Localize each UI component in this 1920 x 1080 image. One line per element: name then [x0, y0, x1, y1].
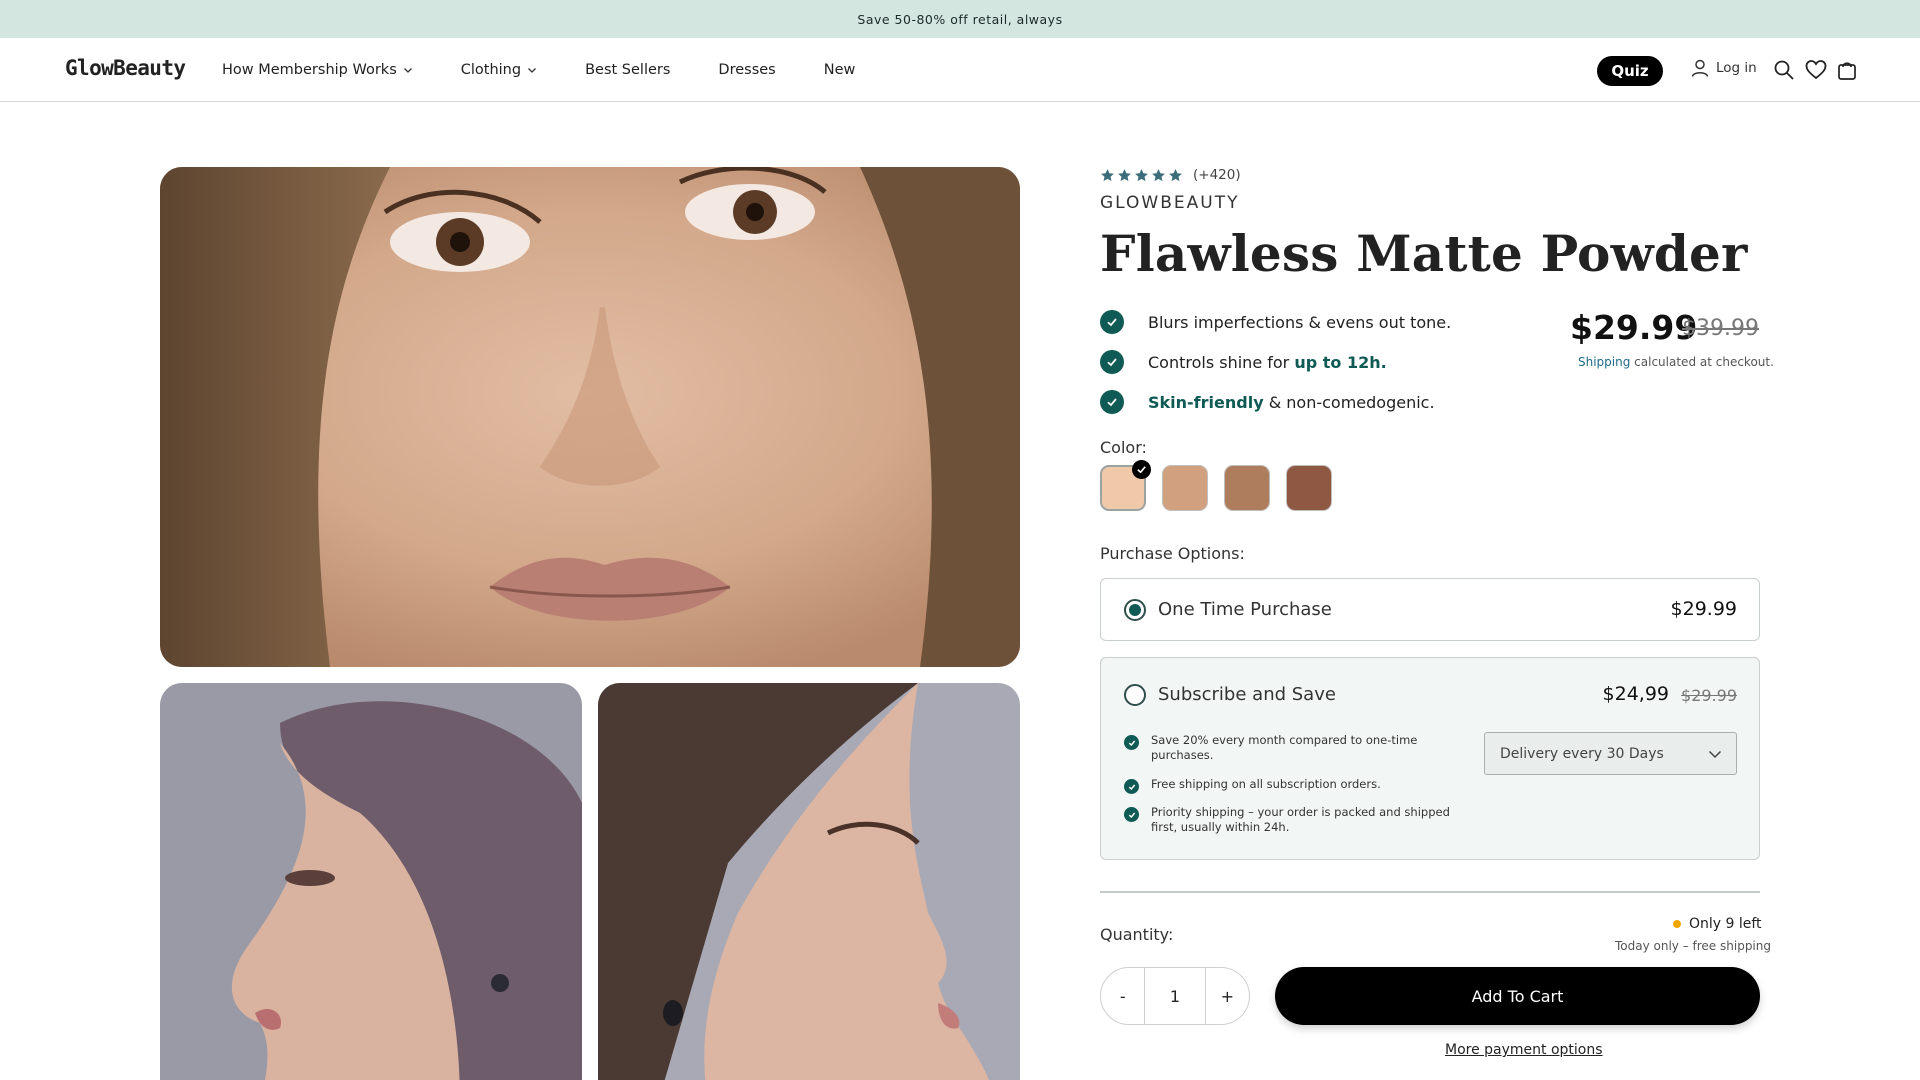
heart-icon[interactable] — [1805, 59, 1827, 81]
shipping-link[interactable]: Shipping — [1578, 355, 1630, 369]
nav-item-new[interactable]: New — [824, 62, 856, 78]
benefit-text: Controls shine for — [1148, 352, 1295, 372]
product-image-main[interactable] — [160, 167, 1020, 667]
nav-item-best-sellers[interactable]: Best Sellers — [585, 62, 670, 78]
option-label: One Time Purchase — [1158, 599, 1332, 620]
color-label: Color: — [1100, 438, 1147, 457]
benefit-item: Skin-friendly & non-comedogenic. — [1100, 390, 1435, 414]
quantity-decrease-button[interactable]: - — [1101, 967, 1144, 1025]
announcement-bar: Save 50-80% off retail, always — [0, 0, 1920, 38]
option-price: $29.99 — [1670, 598, 1737, 620]
nav-item-label: Dresses — [718, 62, 776, 78]
benefit-item: Controls shine for up to 12h. — [1100, 350, 1387, 374]
benefit-text: Blurs imperfections & evens out tone. — [1148, 312, 1452, 332]
rating[interactable]: (+420) — [1100, 167, 1241, 183]
check-icon — [1124, 779, 1139, 794]
benefit-highlight: Skin-friendly — [1148, 392, 1264, 412]
site-header: GlowBeauty How Membership Works Clothing… — [0, 38, 1920, 102]
compare-price: $39.99 — [1682, 316, 1759, 341]
product-title: Flawless Matte Powder — [1100, 224, 1748, 283]
color-swatch-deep[interactable] — [1286, 465, 1332, 511]
main-nav: How Membership Works Clothing Best Selle… — [222, 38, 903, 102]
more-payment-options-link[interactable]: More payment options — [1445, 1042, 1603, 1058]
check-icon — [1100, 350, 1124, 374]
subscription-benefit: Free shipping on all subscription orders… — [1124, 777, 1454, 794]
check-icon — [1100, 390, 1124, 414]
option-compare-price: $29.99 — [1681, 686, 1737, 705]
color-swatch-medium[interactable] — [1224, 465, 1270, 511]
nav-item-dresses[interactable]: Dresses — [718, 62, 775, 78]
stock-indicator: Only 9 left — [1673, 916, 1762, 932]
option-subscribe-and-save[interactable]: Subscribe and Save $24,99 $29.99 Save 20… — [1100, 657, 1760, 860]
purchase-options-label: Purchase Options: — [1100, 544, 1245, 563]
subscription-benefit: Priority shipping – your order is packed… — [1124, 805, 1454, 835]
user-icon — [1691, 59, 1709, 77]
chevron-down-icon — [403, 68, 412, 73]
check-icon — [1124, 807, 1139, 822]
benefit-highlight: up to 12h. — [1294, 352, 1387, 372]
quantity-input[interactable]: 1 — [1144, 967, 1206, 1025]
star-icon — [1152, 168, 1165, 181]
nav-item-label: How Membership Works — [222, 62, 397, 78]
subscription-benefit-text: Free shipping on all subscription orders… — [1151, 777, 1381, 791]
subscription-benefit-text: Priority shipping – your order is packed… — [1151, 805, 1450, 834]
announcement-text: Save 50-80% off retail, always — [857, 11, 1063, 27]
color-swatch-light-medium[interactable] — [1162, 465, 1208, 511]
quiz-button[interactable]: Quiz — [1597, 56, 1663, 86]
star-icon — [1135, 168, 1148, 181]
search-icon[interactable] — [1773, 59, 1795, 81]
product-image-profile-left[interactable] — [160, 683, 582, 1080]
product-image-profile-right[interactable] — [598, 683, 1020, 1080]
star-icon — [1101, 168, 1114, 181]
stock-dot-icon — [1673, 920, 1681, 928]
subscription-benefit-text: Save 20% every month compared to one-tim… — [1151, 733, 1418, 762]
check-icon — [1132, 460, 1151, 479]
login-label: Log in — [1716, 60, 1757, 76]
login-link[interactable]: Log in — [1690, 58, 1757, 78]
benefit-text: & non-comedogenic. — [1263, 392, 1435, 412]
delivery-frequency-select[interactable]: Delivery every 30 Days — [1484, 732, 1737, 775]
stock-text: Only 9 left — [1689, 916, 1762, 932]
rating-count: (+420) — [1193, 167, 1241, 183]
promo-note: Today only – free shipping — [1615, 939, 1771, 953]
delivery-frequency-value: Delivery every 30 Days — [1500, 745, 1664, 762]
star-icon — [1118, 168, 1131, 181]
option-label: Subscribe and Save — [1158, 684, 1336, 705]
check-icon — [1100, 310, 1124, 334]
check-icon — [1124, 735, 1139, 750]
nav-item-label: Best Sellers — [585, 62, 671, 78]
price: $29.99 — [1570, 308, 1698, 347]
shipping-note-text: calculated at checkout. — [1630, 355, 1774, 369]
option-one-time-purchase[interactable]: One Time Purchase $29.99 — [1100, 578, 1760, 641]
site-logo[interactable]: GlowBeauty — [65, 56, 186, 80]
quantity-stepper: - 1 + — [1100, 967, 1250, 1025]
star-icon — [1169, 168, 1182, 181]
subscription-benefit: Save 20% every month compared to one-tim… — [1124, 733, 1454, 763]
option-price: $24,99 — [1602, 683, 1669, 705]
benefit-item: Blurs imperfections & evens out tone. — [1100, 310, 1451, 334]
product-brand: GLOWBEAUTY — [1100, 193, 1240, 213]
nav-item-how-membership-works[interactable]: How Membership Works — [222, 62, 413, 78]
nav-item-clothing[interactable]: Clothing — [461, 62, 537, 78]
quantity-label: Quantity: — [1100, 925, 1174, 944]
divider — [1100, 891, 1760, 893]
radio-subscribe[interactable] — [1124, 684, 1146, 706]
chevron-down-icon — [1708, 750, 1722, 759]
add-to-cart-button[interactable]: Add To Cart — [1275, 967, 1760, 1025]
shipping-note: Shipping calculated at checkout. — [1578, 355, 1774, 369]
cart-icon[interactable] — [1836, 59, 1858, 81]
nav-item-label: Clothing — [460, 62, 522, 78]
nav-item-label: New — [823, 62, 856, 78]
quantity-increase-button[interactable]: + — [1206, 967, 1249, 1025]
chevron-down-icon — [528, 68, 537, 73]
radio-one-time[interactable] — [1124, 599, 1146, 621]
